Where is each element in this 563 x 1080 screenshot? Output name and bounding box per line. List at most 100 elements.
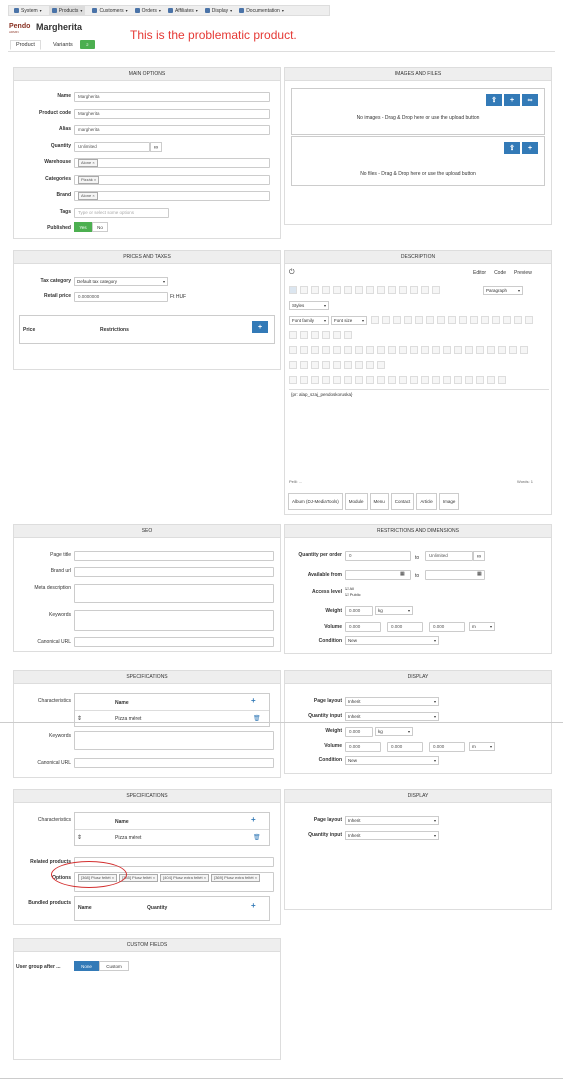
add-characteristic-button[interactable]: + <box>251 815 256 824</box>
to-label: to <box>415 555 420 561</box>
quantity-input[interactable]: Unlimited <box>74 142 150 152</box>
album-button[interactable]: Album (DJ-MediaTools) <box>288 493 343 510</box>
contact-button[interactable]: Contact <box>390 493 415 510</box>
infinity-button[interactable]: ∞ <box>473 551 485 561</box>
add-price-button[interactable]: + <box>252 321 268 333</box>
module-button[interactable]: Module <box>344 493 368 510</box>
nav-system[interactable]: System ▾ <box>14 8 42 14</box>
article-button[interactable]: Article <box>416 493 437 510</box>
calendar-icon[interactable]: ▦ <box>477 571 482 577</box>
brand-tag[interactable]: Alone × <box>78 192 98 200</box>
tab-preview[interactable]: Preview <box>514 270 532 276</box>
upload-file-button[interactable]: ⇪ <box>504 142 520 154</box>
font-size-select[interactable]: Font size <box>331 316 367 325</box>
drag-handle-icon[interactable]: ⇕ <box>77 715 82 722</box>
tab-code[interactable]: Code <box>494 270 506 276</box>
quantity-input-select[interactable]: Inherit <box>345 712 439 721</box>
option-tag[interactable]: [404] Plusz extra feltét × <box>160 874 210 882</box>
add-bundled-product-button[interactable]: + <box>251 901 256 910</box>
none-button[interactable]: None <box>74 961 99 971</box>
quantity-input-select[interactable]: Inherit <box>345 831 439 840</box>
add-characteristic-button[interactable]: + <box>251 696 256 705</box>
categories-select[interactable]: Pizzák × <box>74 175 270 185</box>
power-icon[interactable]: ⏻ <box>289 269 295 277</box>
tax-category-select[interactable]: Default tax category <box>74 277 168 286</box>
font-family-select[interactable]: Font family <box>289 316 329 325</box>
editor-content[interactable]: {pr: alap_szaj_pendoskoruska} <box>289 389 549 476</box>
condition-select[interactable]: New <box>345 636 439 645</box>
trash-icon[interactable]: 🗑 <box>253 834 261 841</box>
volume-width-input[interactable]: 0.000 <box>387 742 423 752</box>
weight-unit-select[interactable]: kg <box>375 727 413 736</box>
page-title-input[interactable] <box>74 551 274 561</box>
volume-height-input[interactable]: 0.000 <box>429 622 465 632</box>
name-input[interactable]: Margherita <box>74 92 270 102</box>
volume-unit-select[interactable]: m <box>469 622 495 631</box>
name-label: Name <box>57 93 71 99</box>
menu-button[interactable]: Menu <box>369 493 389 510</box>
nav-affiliates[interactable]: Affiliates ▾ <box>167 8 198 14</box>
panel-title: IMAGES AND FILES <box>285 68 551 81</box>
option-tag[interactable]: [369] Plusz extra feltét × <box>211 874 261 882</box>
wrench-icon <box>14 8 19 13</box>
brand-url-input[interactable] <box>74 567 274 577</box>
trash-icon[interactable]: 🗑 <box>253 715 261 722</box>
file-dropzone[interactable]: ⇪ + No files - Drag & Drop here or use t… <box>291 136 545 186</box>
add-file-button[interactable]: + <box>522 142 538 154</box>
col-restrictions: Restrictions <box>100 327 129 333</box>
tags-input[interactable]: Type or select some options <box>74 208 169 218</box>
nav-documentation[interactable]: Documentation ▾ <box>239 8 284 14</box>
tab-variants[interactable]: Variants 2 <box>41 40 101 50</box>
link-image-button[interactable]: ∞ <box>522 94 538 106</box>
tab-editor[interactable]: Editor <box>473 270 486 276</box>
custom-button[interactable]: Custom <box>99 961 129 971</box>
image-button[interactable]: Image <box>438 493 460 510</box>
weight-unit-select[interactable]: kg <box>375 606 413 615</box>
add-image-button[interactable]: + <box>504 94 520 106</box>
meta-description-input[interactable] <box>74 584 274 603</box>
volume-width-input[interactable]: 0.000 <box>387 622 423 632</box>
page-layout-select[interactable]: Inherit <box>345 697 439 706</box>
published-no-button[interactable]: No <box>92 222 108 232</box>
panel-title: DESCRIPTION <box>285 251 551 264</box>
weight-input[interactable]: 0.000 <box>345 606 373 616</box>
category-tag[interactable]: Pizzák × <box>78 176 100 184</box>
warehouse-tag[interactable]: Alone × <box>78 159 98 167</box>
paragraph-select[interactable]: Paragraph <box>483 286 523 295</box>
nav-orders[interactable]: Orders ▾ <box>134 8 161 14</box>
keywords-input[interactable] <box>74 610 274 631</box>
infinity-button[interactable]: ∞ <box>150 142 162 152</box>
keywords-input[interactable] <box>74 731 274 750</box>
image-dropzone[interactable]: ⇪ + ∞ No images - Drag & Drop here or us… <box>291 88 545 135</box>
qpo-max-input[interactable]: Unlimited <box>425 551 473 561</box>
styles-select[interactable]: Styles <box>289 301 329 310</box>
canonical-url-input[interactable] <box>74 758 274 768</box>
page-layout-select[interactable]: Inherit <box>345 816 439 825</box>
access-level-checkboxes[interactable]: ☑ All ☑ Public <box>345 586 361 598</box>
canonical-url-input[interactable] <box>74 637 274 647</box>
calendar-icon[interactable]: ▦ <box>400 571 405 577</box>
volume-unit-select[interactable]: m <box>469 742 495 751</box>
weight-input[interactable]: 0.000 <box>345 727 373 737</box>
brand-select[interactable]: Alone × <box>74 191 270 201</box>
retail-price-input[interactable]: 0.0000000 <box>74 292 168 302</box>
volume-length-input[interactable]: 0.000 <box>345 742 381 752</box>
condition-select[interactable]: New <box>345 756 439 765</box>
qpo-min-input[interactable]: 0 <box>345 551 411 561</box>
nav-customers[interactable]: Customers ▾ <box>92 8 128 14</box>
drag-handle-icon[interactable]: ⇕ <box>77 834 82 841</box>
available-to-input[interactable] <box>425 570 485 580</box>
panel-title: SEO <box>14 525 280 538</box>
published-yes-button[interactable]: Yes <box>74 222 92 232</box>
warehouse-select[interactable]: Alone × <box>74 158 270 168</box>
nav-display[interactable]: Display ▾ <box>204 8 232 14</box>
volume-height-input[interactable]: 0.000 <box>429 742 465 752</box>
upload-image-button[interactable]: ⇪ <box>486 94 502 106</box>
volume-length-input[interactable]: 0.000 <box>345 622 381 632</box>
alias-input[interactable]: margherita <box>74 125 270 135</box>
word-count: Words: 1 <box>517 479 533 484</box>
tab-product[interactable]: Product <box>10 40 41 50</box>
product-code-input[interactable]: Margherita <box>74 109 270 119</box>
nav-products[interactable]: Products ▾ <box>48 6 86 15</box>
retail-price-label: Retail price <box>44 293 71 299</box>
